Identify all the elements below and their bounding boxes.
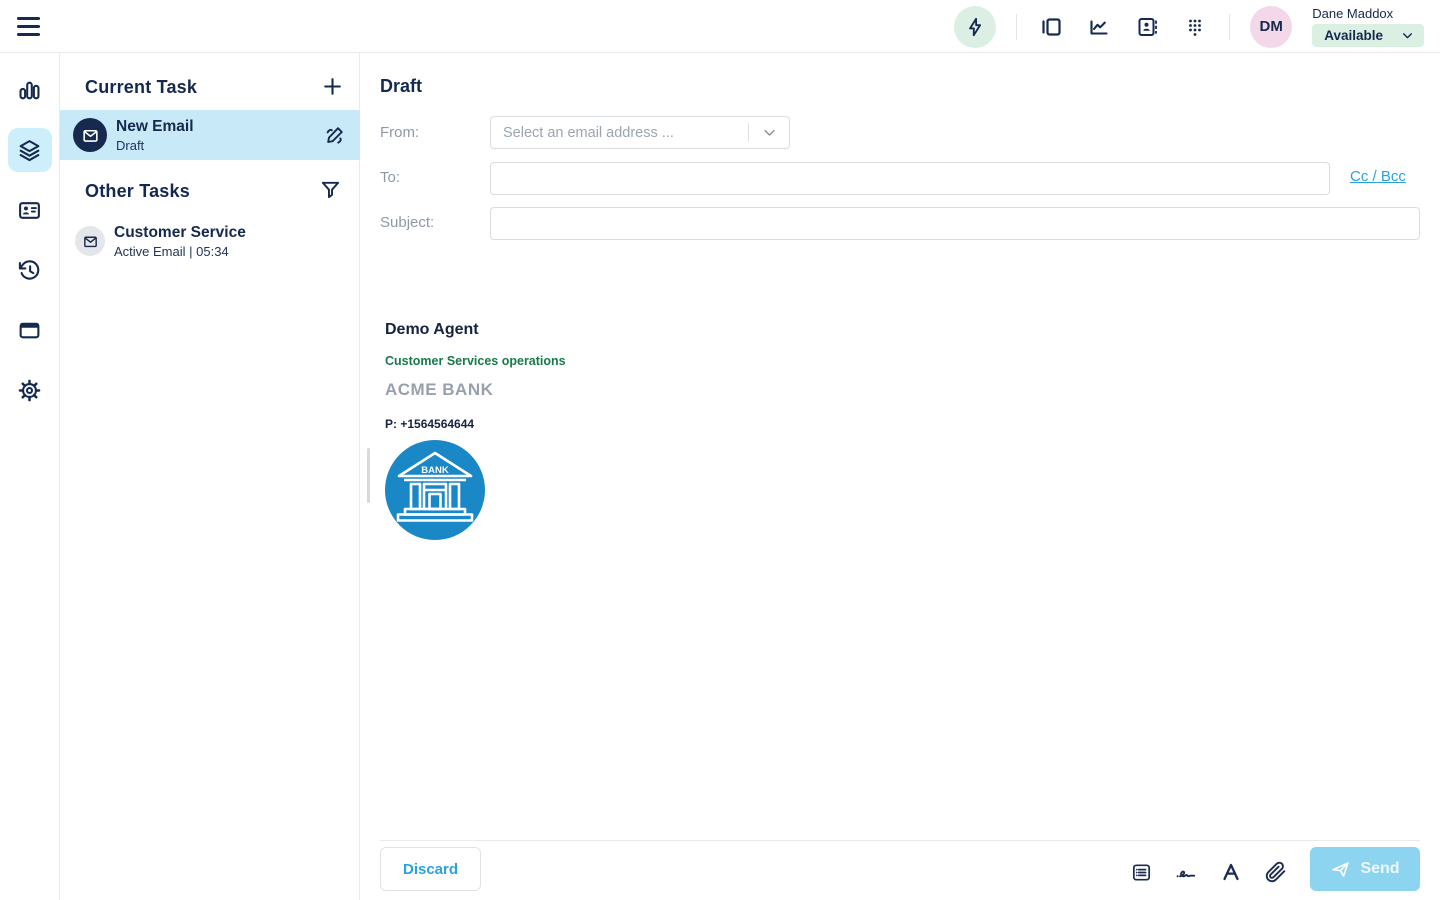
signature-button[interactable] bbox=[1172, 858, 1200, 886]
rail-item-metrics[interactable] bbox=[8, 68, 52, 112]
from-label: From: bbox=[380, 124, 419, 141]
template-table-icon bbox=[1130, 861, 1153, 884]
user-block: Dane Maddox Available bbox=[1312, 6, 1424, 47]
envelope-icon bbox=[73, 118, 107, 152]
metrics-button[interactable] bbox=[1085, 13, 1113, 41]
signature-squiggle-icon bbox=[1174, 860, 1198, 884]
other-tasks-header: Other Tasks bbox=[85, 181, 190, 202]
task-title: New Email bbox=[116, 118, 194, 136]
email-composer: Draft From: Select an email address ... … bbox=[360, 53, 1440, 900]
body-scrollbar-thumb[interactable] bbox=[367, 448, 370, 503]
paper-plane-icon bbox=[1330, 859, 1351, 880]
from-select[interactable]: Select an email address ... bbox=[490, 116, 790, 149]
cc-bcc-link[interactable]: Cc / Bcc bbox=[1350, 168, 1406, 185]
composer-tools bbox=[1128, 858, 1290, 886]
panels-icon bbox=[1039, 15, 1063, 39]
filter-funnel-icon bbox=[319, 178, 342, 201]
topbar: DM Dane Maddox Available bbox=[0, 0, 1440, 53]
add-task-button[interactable] bbox=[320, 74, 345, 99]
signature-department: Customer Services operations bbox=[385, 354, 566, 368]
task-panel: Current Task New Email Draft Other Tasks bbox=[60, 53, 360, 900]
hamburger-menu-icon[interactable] bbox=[17, 14, 43, 39]
quick-connects-button[interactable] bbox=[954, 6, 996, 48]
rail-item-history[interactable] bbox=[8, 248, 52, 292]
bar-chart-icon bbox=[17, 78, 42, 103]
to-input[interactable] bbox=[490, 162, 1330, 195]
status-dropdown[interactable]: Available bbox=[1312, 24, 1424, 47]
status-label: Available bbox=[1324, 28, 1383, 43]
rail-item-tasks[interactable] bbox=[8, 128, 52, 172]
gear-icon bbox=[17, 378, 42, 403]
task-item-new-email[interactable]: New Email Draft bbox=[60, 110, 360, 160]
filter-tasks-button[interactable] bbox=[319, 178, 342, 201]
attach-button[interactable] bbox=[1262, 858, 1290, 886]
signature-name: Demo Agent bbox=[385, 321, 566, 339]
agent-workspace: DM Dane Maddox Available bbox=[0, 0, 1440, 900]
template-button[interactable] bbox=[1128, 858, 1155, 886]
rail-item-contacts[interactable] bbox=[8, 188, 52, 232]
current-task-header: Current Task bbox=[85, 77, 197, 98]
send-label: Send bbox=[1360, 860, 1399, 878]
signature-company: ACME BANK bbox=[385, 380, 566, 400]
dialpad-icon bbox=[1183, 15, 1207, 39]
address-book-icon bbox=[1135, 15, 1159, 39]
subject-label: Subject: bbox=[380, 214, 434, 231]
directory-button[interactable] bbox=[1133, 13, 1161, 41]
draft-title: Draft bbox=[380, 76, 422, 97]
discard-button[interactable]: Discard bbox=[380, 847, 481, 891]
plus-icon bbox=[320, 74, 345, 99]
edit-draft-button[interactable] bbox=[323, 123, 347, 147]
subject-input[interactable] bbox=[490, 207, 1420, 240]
email-signature[interactable]: Demo Agent Customer Services operations … bbox=[385, 321, 566, 540]
left-rail bbox=[0, 53, 60, 900]
history-icon bbox=[17, 258, 42, 283]
task-subtitle: Draft bbox=[116, 138, 194, 153]
window-icon bbox=[17, 318, 42, 343]
send-button[interactable]: Send bbox=[1310, 847, 1420, 891]
envelope-icon bbox=[75, 226, 105, 256]
task-subtitle: Active Email | 05:34 bbox=[114, 244, 246, 259]
panels-button[interactable] bbox=[1037, 13, 1065, 41]
from-placeholder: Select an email address ... bbox=[491, 125, 748, 141]
chevron-down-icon bbox=[1401, 29, 1414, 42]
user-avatar[interactable]: DM bbox=[1250, 6, 1292, 48]
lightning-icon bbox=[964, 16, 986, 38]
signature-phone: P: +1564564644 bbox=[385, 417, 566, 431]
topbar-divider bbox=[1229, 14, 1230, 40]
layers-icon bbox=[17, 138, 42, 163]
task-item-customer-service[interactable]: Customer Service Active Email | 05:34 bbox=[60, 216, 360, 266]
chevron-down-icon bbox=[749, 125, 789, 140]
contact-card-icon bbox=[17, 198, 42, 223]
paperclip-icon bbox=[1264, 860, 1288, 884]
task-title: Customer Service bbox=[114, 224, 246, 242]
font-a-icon bbox=[1219, 860, 1243, 884]
bank-logo: BANK bbox=[385, 440, 485, 540]
to-label: To: bbox=[380, 169, 400, 186]
composer-footer: Discard bbox=[380, 840, 1420, 900]
font-button[interactable] bbox=[1217, 858, 1245, 886]
rail-item-settings[interactable] bbox=[8, 368, 52, 412]
line-chart-icon bbox=[1087, 15, 1111, 39]
edit-pen-icon bbox=[323, 123, 347, 147]
topbar-actions: DM Dane Maddox Available bbox=[954, 0, 1424, 53]
dialpad-button[interactable] bbox=[1181, 13, 1209, 41]
rail-item-browser[interactable] bbox=[8, 308, 52, 352]
topbar-divider bbox=[1016, 14, 1017, 40]
bank-logo-label: BANK bbox=[421, 465, 449, 476]
user-name: Dane Maddox bbox=[1312, 6, 1393, 21]
